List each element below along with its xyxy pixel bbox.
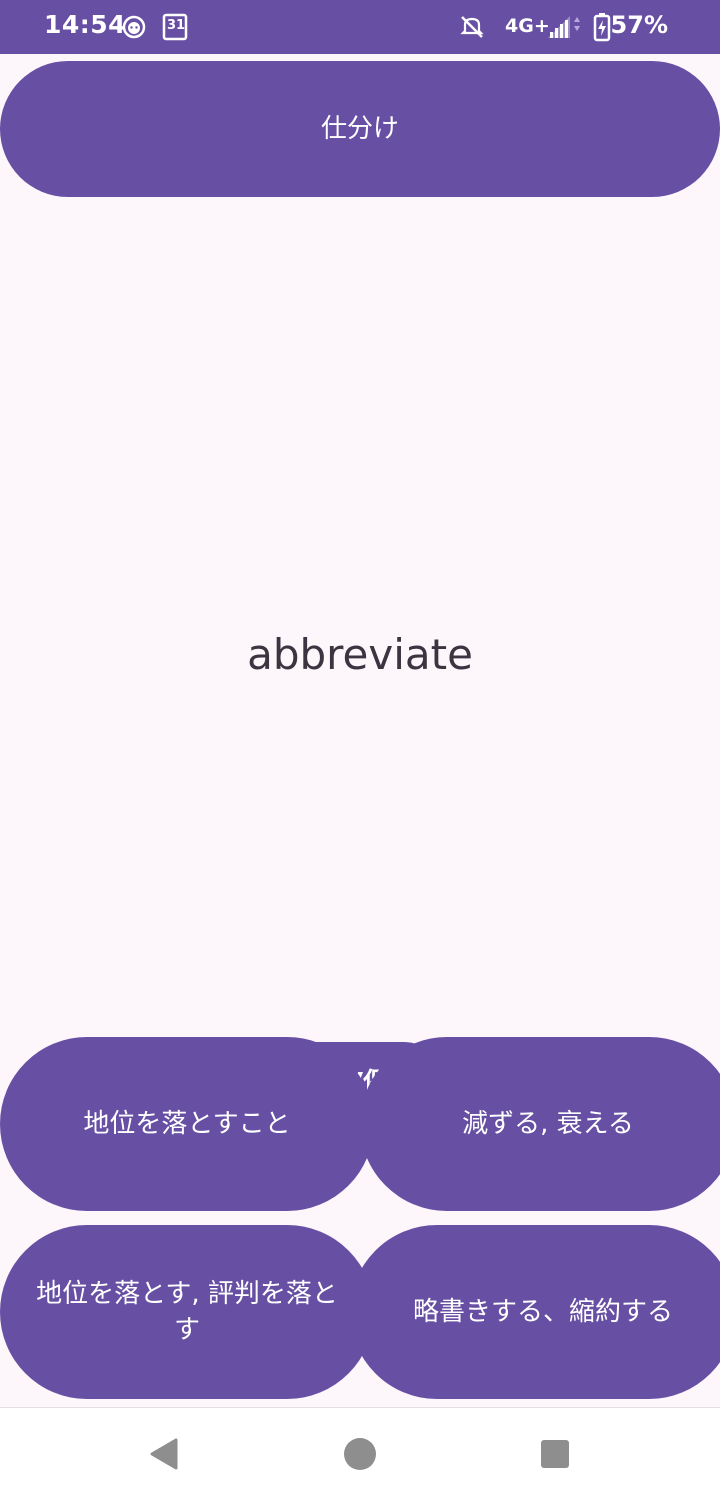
answer-option-4[interactable]: 略書きする、縮約する bbox=[350, 1225, 720, 1399]
answer-option-3[interactable]: 地位を落とす, 評判を落とす bbox=[0, 1225, 374, 1399]
vocabulary-word: abbreviate bbox=[247, 630, 473, 679]
face-notification-icon bbox=[122, 15, 146, 43]
network-type: 4G+ bbox=[505, 15, 550, 37]
battery-percent: 57% bbox=[610, 11, 668, 39]
status-time: 14:54 bbox=[44, 10, 127, 39]
status-bar: 14:54 31 4G+ 57% bbox=[0, 0, 720, 54]
answer-option-label: 略書きする、縮約する bbox=[412, 1297, 673, 1327]
navigation-bar bbox=[0, 1407, 720, 1497]
sort-button[interactable]: 仕分け bbox=[0, 61, 720, 197]
home-icon[interactable] bbox=[336, 1430, 384, 1478]
answer-option-label: 減ずる, 衰える bbox=[462, 1109, 634, 1139]
answer-option-2[interactable]: 減ずる, 衰える bbox=[360, 1037, 720, 1211]
answer-option-1[interactable]: 地位を落とすこと bbox=[0, 1037, 374, 1211]
back-icon[interactable] bbox=[140, 1430, 188, 1478]
recents-icon[interactable] bbox=[531, 1430, 579, 1478]
battery-charging-icon bbox=[593, 12, 611, 46]
sort-button-label: 仕分け bbox=[320, 114, 399, 144]
signal-icon bbox=[546, 14, 580, 44]
calendar-icon: 31 bbox=[162, 13, 188, 45]
calendar-day: 31 bbox=[167, 18, 186, 33]
mute-icon bbox=[459, 14, 485, 44]
answer-option-label: 地位を落とす, 評判を落とす bbox=[36, 1279, 338, 1345]
answer-option-label: 地位を落とすこと bbox=[83, 1109, 291, 1139]
